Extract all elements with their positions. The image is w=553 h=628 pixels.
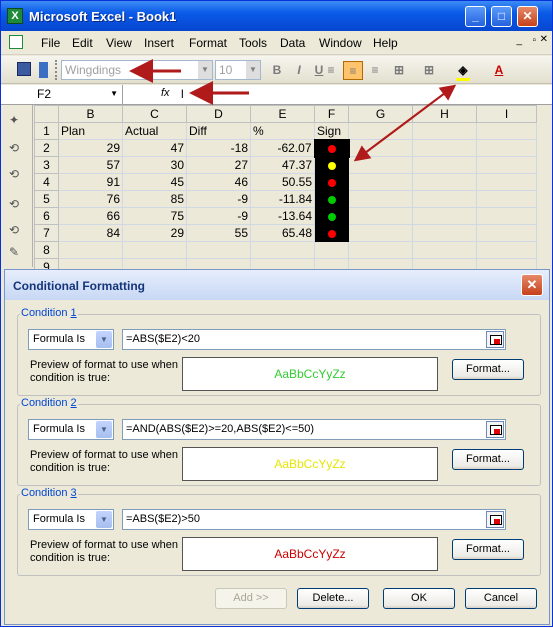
formula-input[interactable]: =AND(ABS($E2)>=20,ABS($E2)<=50) bbox=[122, 419, 506, 440]
condition-label: Condition bbox=[21, 307, 68, 319]
excel-window: X Microsoft Excel - Book1 _ □ ✕ File Edi… bbox=[0, 0, 553, 627]
condition-group: Condition 2 Formula Is ▼ =AND(ABS($E2)>=20,… bbox=[17, 397, 541, 486]
chevron-down-icon[interactable]: ▼ bbox=[96, 331, 112, 348]
dialog-title: Conditional Formatting bbox=[13, 279, 145, 293]
formula-input[interactable]: =ABS($E2)>50 bbox=[122, 509, 506, 530]
format-preview: AaBbCcYyZz bbox=[182, 357, 438, 391]
preview-text: AaBbCcYyZz bbox=[274, 547, 346, 561]
condition-type-select[interactable]: Formula Is ▼ bbox=[28, 329, 114, 350]
formula-value: =ABS($E2)<20 bbox=[126, 333, 200, 345]
collapse-dialog-icon[interactable] bbox=[486, 331, 504, 348]
condition-group: Condition 3 Formula Is ▼ =ABS($E2)>50 Previe… bbox=[17, 487, 541, 576]
format-button[interactable]: Format... bbox=[452, 449, 524, 470]
chevron-down-icon[interactable]: ▼ bbox=[96, 421, 112, 438]
arrow-to-sign bbox=[353, 86, 454, 162]
collapse-dialog-icon[interactable] bbox=[486, 421, 504, 438]
format-button[interactable]: Format... bbox=[452, 539, 524, 560]
cancel-button[interactable]: Cancel bbox=[465, 588, 537, 609]
condition-legend: Condition 3 bbox=[20, 487, 78, 499]
formula-input[interactable]: =ABS($E2)<20 bbox=[122, 329, 506, 350]
preview-label: Preview of format to use when condition … bbox=[30, 539, 178, 564]
formula-value: =ABS($E2)>50 bbox=[126, 513, 200, 525]
condition-type-value: Formula Is bbox=[33, 513, 85, 525]
condition-type-select[interactable]: Formula Is ▼ bbox=[28, 419, 114, 440]
format-preview: AaBbCcYyZz bbox=[182, 447, 438, 481]
condition-legend: Condition 1 bbox=[20, 307, 78, 319]
condition-number: 2 bbox=[70, 397, 77, 409]
conditional-formatting-dialog: Conditional Formatting ✕ Condition 1 Form… bbox=[4, 269, 550, 625]
format-preview: AaBbCcYyZz bbox=[182, 537, 438, 571]
preview-label: Preview of format to use when condition … bbox=[30, 359, 178, 384]
collapse-dialog-icon[interactable] bbox=[486, 511, 504, 528]
dialog-title-bar: Conditional Formatting ✕ bbox=[5, 270, 549, 300]
preview-text: AaBbCcYyZz bbox=[274, 457, 346, 471]
condition-type-value: Formula Is bbox=[33, 423, 85, 435]
chevron-down-icon[interactable]: ▼ bbox=[96, 511, 112, 528]
condition-type-select[interactable]: Formula Is ▼ bbox=[28, 509, 114, 530]
formula-value: =AND(ABS($E2)>=20,ABS($E2)<=50) bbox=[126, 423, 315, 435]
preview-text: AaBbCcYyZz bbox=[274, 367, 346, 381]
condition-number: 1 bbox=[70, 307, 77, 319]
preview-label: Preview of format to use when condition … bbox=[30, 449, 178, 474]
format-button[interactable]: Format... bbox=[452, 359, 524, 380]
add-button[interactable]: Add >> bbox=[215, 588, 287, 609]
condition-legend: Condition 2 bbox=[20, 397, 78, 409]
condition-type-value: Formula Is bbox=[33, 333, 85, 345]
ok-button[interactable]: OK bbox=[383, 588, 455, 609]
condition-group: Condition 1 Formula Is ▼ =ABS($E2)<20 Previe… bbox=[17, 307, 541, 396]
close-icon[interactable]: ✕ bbox=[521, 274, 543, 296]
condition-label: Condition bbox=[21, 487, 68, 499]
condition-label: Condition bbox=[21, 397, 68, 409]
delete-button[interactable]: Delete... bbox=[297, 588, 369, 609]
condition-number: 3 bbox=[70, 487, 77, 499]
